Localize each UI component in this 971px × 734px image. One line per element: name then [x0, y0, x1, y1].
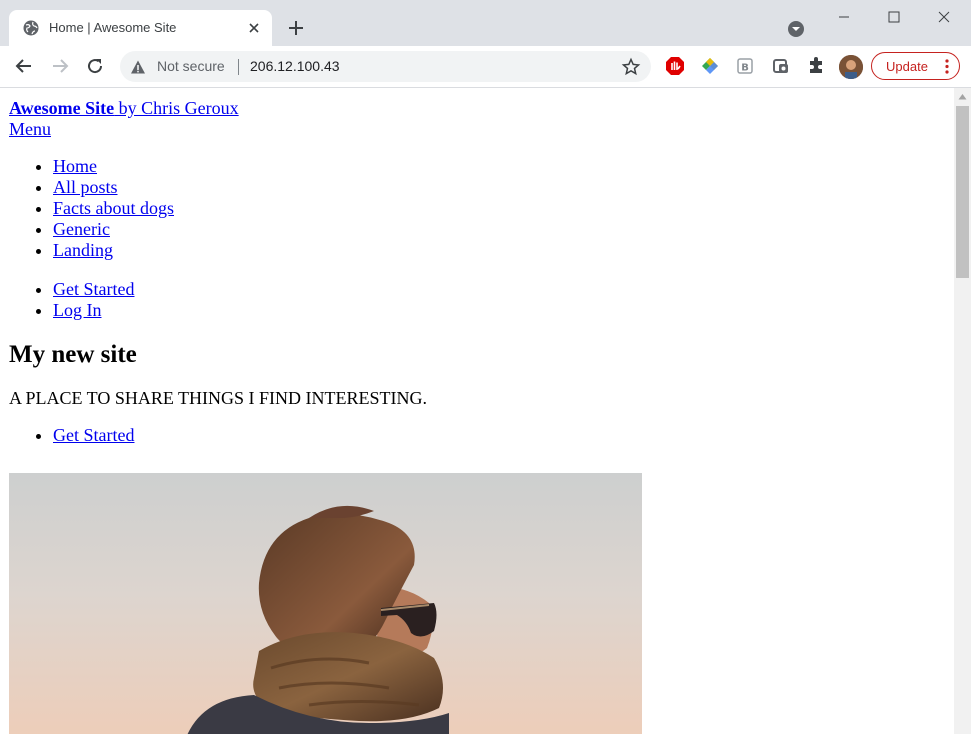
- profile-avatar[interactable]: [839, 55, 863, 79]
- list-item: Generic: [53, 219, 427, 240]
- brand-name: Awesome Site: [9, 98, 115, 118]
- menu-link[interactable]: Menu: [9, 119, 51, 139]
- security-label[interactable]: Not secure: [157, 58, 225, 74]
- close-window-icon[interactable]: [934, 8, 954, 28]
- nav-link-all-posts[interactable]: All posts: [53, 177, 118, 197]
- new-tab-icon[interactable]: [286, 18, 306, 38]
- nav-link-facts-about-dogs[interactable]: Facts about dogs: [53, 198, 174, 218]
- list-item: Get Started: [53, 279, 427, 300]
- scroll-thumb[interactable]: [956, 106, 969, 278]
- clipper-extension-icon[interactable]: [771, 56, 791, 76]
- vertical-scrollbar[interactable]: [954, 88, 971, 734]
- close-tab-icon[interactable]: [246, 20, 262, 36]
- minimize-icon[interactable]: [834, 8, 854, 28]
- nav-link-generic[interactable]: Generic: [53, 219, 110, 239]
- list-item: Landing: [53, 240, 427, 261]
- cta-list: Get Started: [9, 425, 427, 446]
- site-header: Awesome Site by Chris Geroux: [9, 98, 427, 119]
- get-started-link[interactable]: Get Started: [53, 279, 134, 299]
- scroll-up-arrow-icon[interactable]: [958, 93, 967, 100]
- account-nav: Get Started Log In: [9, 279, 427, 321]
- b-extension-icon[interactable]: B: [735, 56, 755, 76]
- reload-icon[interactable]: [85, 56, 105, 76]
- warning-triangle-icon[interactable]: [130, 59, 146, 75]
- list-item: Log In: [53, 300, 427, 321]
- avatar-photo: [839, 55, 863, 79]
- browser-toolbar: Not secure 206.12.100.43 B Update: [0, 46, 971, 88]
- more-vertical-icon: [945, 59, 949, 74]
- bookmark-star-icon[interactable]: [621, 57, 641, 77]
- tab-search-icon[interactable]: [787, 20, 805, 38]
- address-bar[interactable]: Not secure 206.12.100.43: [120, 51, 651, 82]
- colorful-extension-icon[interactable]: [700, 56, 720, 76]
- divider: [238, 59, 239, 75]
- list-item: All posts: [53, 177, 427, 198]
- brand-author: by Chris Geroux: [114, 98, 239, 118]
- list-item: Facts about dogs: [53, 198, 427, 219]
- page-title: My new site: [9, 341, 137, 368]
- back-arrow-icon[interactable]: [14, 56, 34, 76]
- page-viewport: Awesome Site by Chris Geroux Menu Home A…: [0, 88, 954, 734]
- page-content: Awesome Site by Chris Geroux Menu Home A…: [9, 98, 427, 446]
- hero-get-started-link[interactable]: Get Started: [53, 425, 134, 445]
- hero-photo: [9, 473, 642, 734]
- tab-title: Home | Awesome Site: [49, 20, 177, 35]
- tab-strip: Home | Awesome Site: [0, 0, 971, 46]
- update-label: Update: [886, 59, 928, 74]
- list-item: Get Started: [53, 425, 427, 446]
- hero-image: [9, 473, 642, 734]
- forward-arrow-icon[interactable]: [50, 56, 70, 76]
- puzzle-extensions-icon[interactable]: [806, 56, 826, 76]
- maximize-icon[interactable]: [884, 8, 904, 28]
- svg-text:B: B: [741, 63, 749, 74]
- list-item: Home: [53, 156, 427, 177]
- tagline: A PLACE TO SHARE THINGS I FIND INTERESTI…: [9, 388, 428, 408]
- globe-icon: [23, 20, 39, 36]
- url-text[interactable]: 206.12.100.43: [250, 58, 340, 74]
- log-in-link[interactable]: Log In: [53, 300, 102, 320]
- site-brand-link[interactable]: Awesome Site by Chris Geroux: [9, 98, 239, 118]
- nav-link-home[interactable]: Home: [53, 156, 97, 176]
- active-tab[interactable]: Home | Awesome Site: [9, 10, 272, 46]
- update-button[interactable]: Update: [871, 52, 960, 80]
- stop-hand-extension-icon[interactable]: [665, 56, 685, 76]
- nav-link-landing[interactable]: Landing: [53, 240, 113, 260]
- main-nav: Home All posts Facts about dogs Generic …: [9, 156, 427, 261]
